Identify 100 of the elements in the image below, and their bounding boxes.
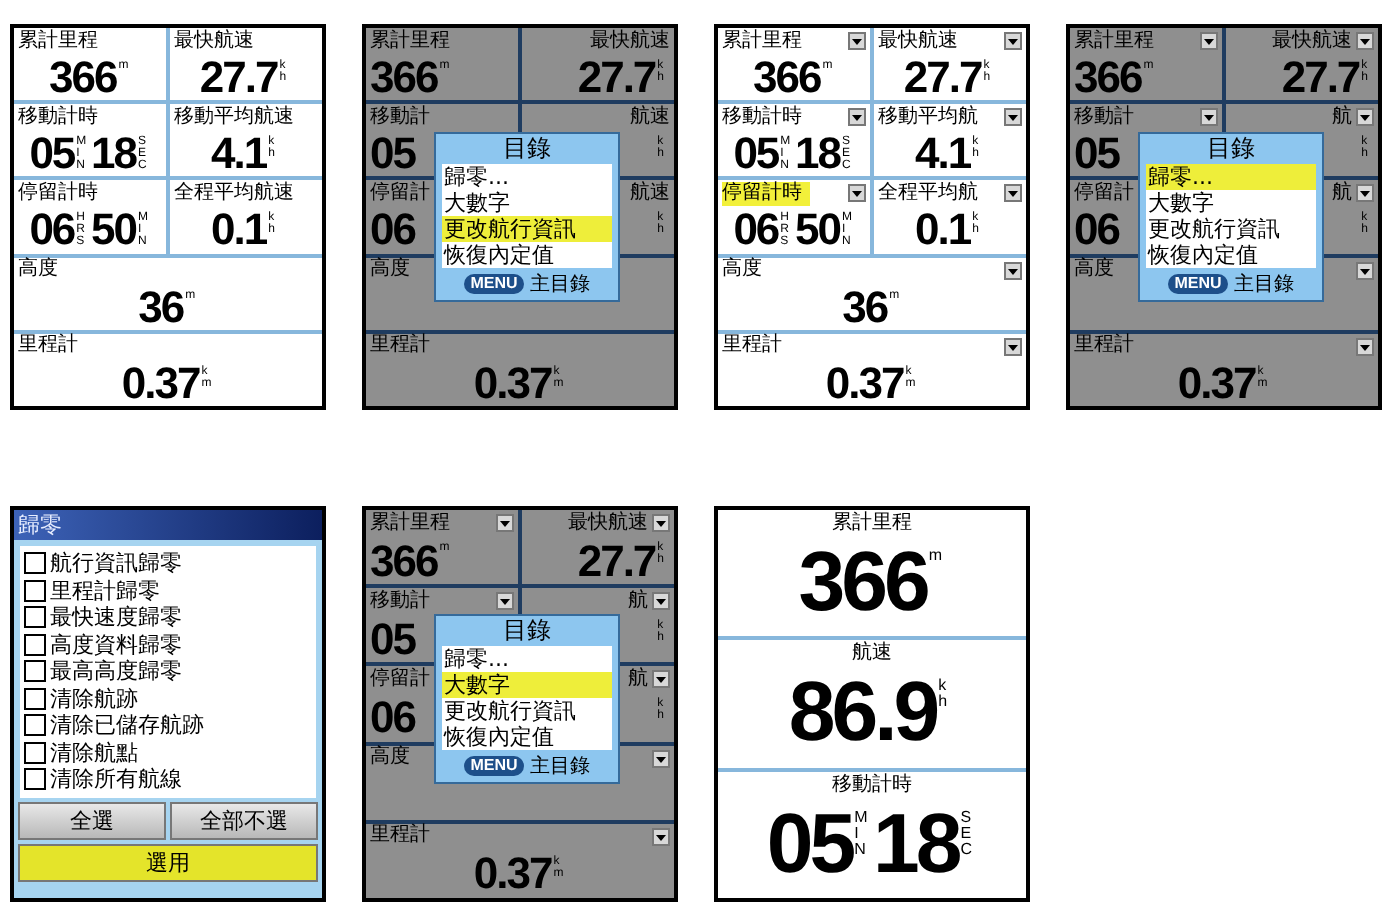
- field-value: 36: [842, 283, 888, 330]
- field-label: 里程計: [1074, 334, 1134, 359]
- field-label: 航: [628, 589, 648, 614]
- field-value: 50: [91, 206, 136, 253]
- option-label: 清除所有航線: [50, 766, 182, 793]
- field-value: 0.37: [121, 359, 200, 406]
- field-value: 05: [370, 615, 415, 662]
- field-label: 里程計: [370, 334, 430, 359]
- menu-title: 目錄: [501, 616, 553, 646]
- option-label: 清除航跡: [50, 685, 138, 712]
- field-label: 停留計: [370, 181, 430, 206]
- field-value: 366: [48, 54, 117, 101]
- field-value: 366: [370, 537, 438, 584]
- field-label: 航速: [630, 105, 670, 130]
- field-label: 最快航速: [1272, 29, 1352, 53]
- field-value: 50: [795, 206, 840, 253]
- field-label: 最快航速: [590, 29, 670, 53]
- menu-key-badge: MENU: [1168, 274, 1228, 294]
- field-label: 累計里程: [1074, 29, 1154, 53]
- field-value: 0.37: [825, 359, 904, 406]
- menu-key-badge: MENU: [464, 274, 524, 294]
- field-value: 18: [873, 797, 959, 890]
- field-label: 全程平均航: [878, 181, 978, 206]
- field-label: 停留計時: [722, 181, 810, 206]
- field-value: 06: [370, 693, 415, 740]
- field-label: 移動計時: [832, 771, 912, 798]
- unit-label: m: [928, 548, 938, 564]
- unit-label: SEC: [960, 809, 970, 858]
- field-label: 停留計: [1074, 181, 1134, 206]
- field-label: 航速: [852, 640, 892, 667]
- unit-label: kh: [938, 678, 948, 711]
- option-label: 最高高度歸零: [50, 658, 182, 685]
- field-value: 27.7: [577, 54, 656, 101]
- field-value: 27.7: [903, 54, 982, 101]
- field-value: 06: [370, 206, 415, 253]
- field-label: 移動計: [1074, 105, 1134, 130]
- option-label: 清除航點: [50, 739, 138, 766]
- field-value: 366: [1074, 54, 1142, 101]
- field-label: 最快航速: [568, 511, 648, 535]
- field-value: 05: [29, 130, 75, 177]
- field-value: 0.37: [473, 850, 552, 897]
- menu-hint: 主目錄: [529, 271, 590, 298]
- field-label: 航: [1332, 105, 1352, 130]
- field-label: 高度: [370, 746, 410, 771]
- field-label: 停留計時: [18, 181, 98, 206]
- menu-title: 目錄: [1205, 134, 1257, 164]
- field-value: 05: [733, 130, 779, 177]
- field-label: 航: [1332, 181, 1352, 206]
- field-value: 06: [29, 206, 75, 253]
- field-value: 18: [91, 130, 136, 177]
- field-value: 0.1: [915, 206, 971, 253]
- menu-title: 目錄: [501, 134, 553, 164]
- field-label: 航: [628, 667, 648, 692]
- field-value: 06: [733, 206, 779, 253]
- field-value: 27.7: [1281, 54, 1360, 101]
- field-value: 0.37: [473, 359, 552, 406]
- dialog-title: 歸零: [14, 510, 322, 540]
- field-value: 27.7: [199, 54, 278, 101]
- menu-hint: 主目錄: [529, 753, 590, 780]
- field-label: 移動計: [370, 589, 430, 614]
- field-value: 36: [138, 283, 184, 330]
- field-label: 累計里程: [832, 510, 912, 536]
- unit-label: MIN: [854, 809, 863, 858]
- field-value: 4.1: [915, 130, 971, 177]
- field-label: 移動計: [370, 105, 430, 130]
- field-label: 累計里程: [370, 29, 450, 53]
- field-value: 366: [798, 536, 927, 628]
- field-label: 累計里程: [18, 29, 98, 53]
- field-value: 0.37: [1177, 359, 1256, 406]
- field-value: 05: [1074, 130, 1119, 177]
- field-label: 高度: [18, 258, 58, 283]
- field-label: 停留計: [370, 667, 430, 692]
- field-label: 累計里程: [722, 29, 802, 53]
- menu-hint: 主目錄: [1233, 271, 1294, 298]
- field-label: 里程計: [18, 334, 78, 359]
- field-value: 05: [766, 797, 853, 890]
- field-label: 移動平均航速: [174, 105, 294, 130]
- field-label: 移動計時: [722, 105, 802, 130]
- option-label: 清除已儲存航跡: [50, 712, 204, 739]
- field-label: 移動平均航: [878, 105, 978, 130]
- field-value: 0.1: [211, 206, 267, 253]
- option-label: 航行資訊歸零: [50, 550, 182, 577]
- field-label: 里程計: [722, 334, 782, 359]
- field-label: 航速: [630, 181, 670, 206]
- field-value: 86.9: [788, 666, 937, 759]
- field-value: 366: [370, 54, 438, 101]
- option-label: 最快速度歸零: [50, 604, 182, 631]
- field-value: 18: [795, 130, 840, 177]
- option-label: 高度資料歸零: [50, 631, 182, 658]
- field-value: 4.1: [211, 130, 267, 177]
- field-label: 高度: [1074, 258, 1114, 283]
- field-label: 移動計時: [18, 105, 98, 130]
- option-label: 里程計歸零: [50, 577, 160, 604]
- field-label: 全程平均航速: [174, 181, 294, 206]
- field-value: 06: [1074, 206, 1119, 253]
- field-label: 里程計: [370, 824, 430, 849]
- field-label: 高度: [722, 258, 762, 283]
- menu-key-badge: MENU: [464, 756, 524, 776]
- field-label: 高度: [370, 258, 410, 283]
- field-label: 最快航速: [878, 29, 958, 53]
